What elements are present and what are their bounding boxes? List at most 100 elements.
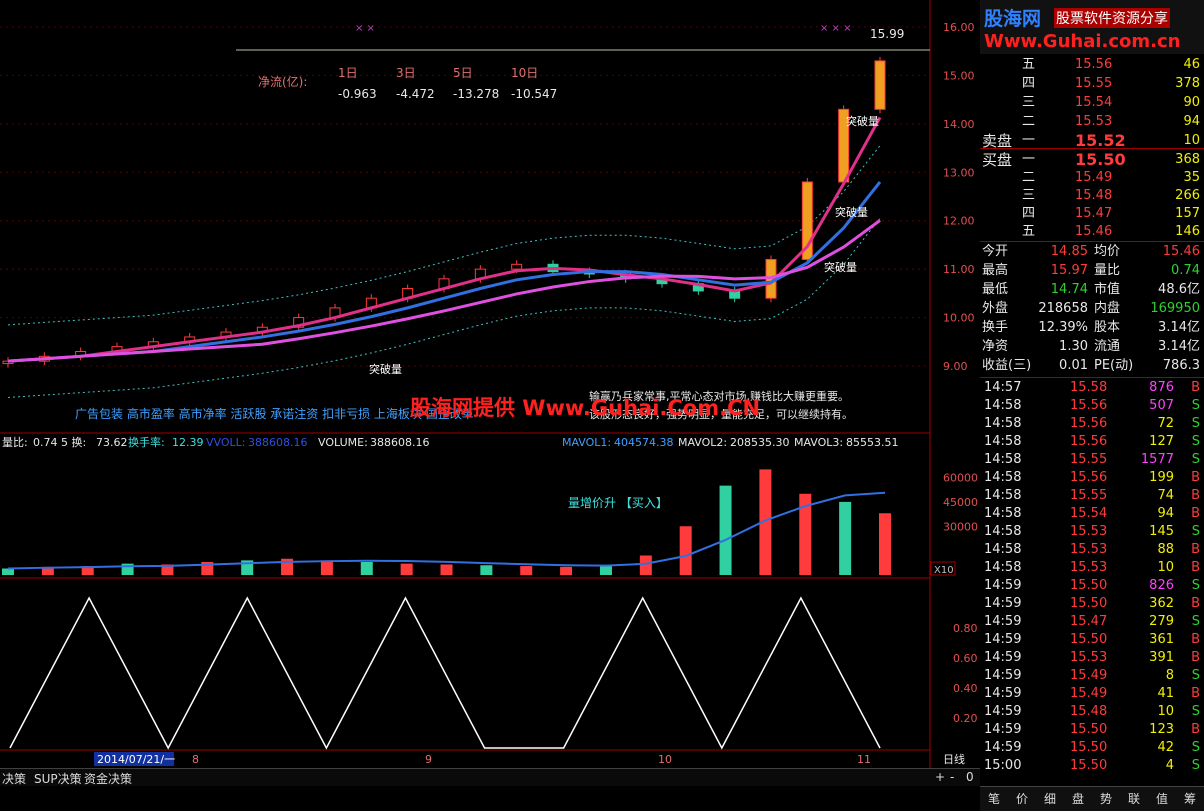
tick-row[interactable]: 14:58 15.54 94 B — [980, 505, 1204, 523]
tick-row[interactable]: 14:57 15.58 876 B — [980, 379, 1204, 397]
tick-time: 14:58 — [984, 560, 1022, 575]
tick-row[interactable]: 14:58 15.55 1577 S — [980, 451, 1204, 469]
tick-row[interactable]: 14:59 15.50 361 B — [980, 631, 1204, 649]
volume-bar — [520, 566, 533, 575]
tab-decision[interactable]: 决策 — [2, 770, 26, 787]
panel-tab[interactable]: 值 — [1156, 790, 1168, 807]
volume-bar — [360, 562, 373, 575]
panel-tab[interactable]: 价 — [1016, 790, 1028, 807]
tick-side: B — [1191, 470, 1200, 485]
tick-row[interactable]: 14:59 15.47 279 S — [980, 613, 1204, 631]
stat-row: 净资 1.30 流通 3.14亿 — [980, 338, 1204, 356]
breakout-label: 突破量 — [835, 205, 868, 219]
tick-row[interactable]: 14:59 15.53 391 B — [980, 649, 1204, 667]
stat-row: 外盘 218658 内盘 169950 — [980, 300, 1204, 318]
tick-side: S — [1191, 434, 1200, 449]
tick-time: 14:58 — [984, 506, 1022, 521]
month-label: 8 — [192, 753, 199, 766]
tick-volume: 10 — [1157, 560, 1174, 575]
tick-time: 14:58 — [984, 452, 1022, 467]
net-flow-value: -10.547 — [511, 87, 557, 101]
tick-time: 14:59 — [984, 686, 1022, 701]
tick-time: 14:59 — [984, 722, 1022, 737]
panel-tab[interactable]: 筹 — [1184, 790, 1196, 807]
tick-row[interactable]: 14:58 15.56 199 B — [980, 469, 1204, 487]
volume-bar — [639, 555, 652, 575]
tab-fund-decision[interactable]: 资金决策 — [84, 770, 132, 787]
buy-row: 买盘一 15.50 368 — [980, 151, 1204, 170]
volume-axis-labels: 60000 45000 30000 — [943, 472, 978, 534]
stat-value: 1.30 — [1059, 339, 1088, 354]
stat-row: 换手 12.39% 股本 3.14亿 — [980, 319, 1204, 337]
sell-price: 15.53 — [1075, 114, 1113, 129]
buy-price: 15.47 — [1075, 206, 1113, 221]
buy-row: 二 15.49 35 — [980, 169, 1204, 187]
buy-volume: 146 — [1175, 224, 1200, 239]
tick-price: 15.53 — [1070, 542, 1108, 557]
zoom-in-button[interactable]: + — [935, 770, 945, 784]
zoom-out-button[interactable]: - — [950, 770, 954, 784]
stat-value: 15.46 — [1162, 244, 1200, 259]
period-label[interactable]: 日线 — [943, 752, 965, 766]
volume-label: VOLUME: — [318, 436, 368, 449]
tick-volume: 8 — [1165, 668, 1174, 683]
tick-row[interactable]: 14:58 15.55 74 B — [980, 487, 1204, 505]
tick-row[interactable]: 14:59 15.48 10 S — [980, 703, 1204, 721]
tick-row[interactable]: 14:59 15.50 123 B — [980, 721, 1204, 739]
panel-tab[interactable]: 联 — [1128, 790, 1140, 807]
max-price-label: 15.99 — [870, 27, 904, 41]
volume-bar — [400, 563, 413, 575]
tick-row[interactable]: 14:58 15.56 127 S — [980, 433, 1204, 451]
stat-label: 收益(三) — [982, 358, 1032, 373]
tick-volume: 1577 — [1140, 452, 1174, 467]
tick-row[interactable]: 15:00 15.50 4 S — [980, 757, 1204, 775]
stat-value: 169950 — [1150, 301, 1200, 316]
tick-row[interactable]: 14:58 15.53 145 S — [980, 523, 1204, 541]
net-flow-value: -13.278 — [453, 87, 499, 101]
zero-button[interactable]: 0 — [966, 770, 974, 784]
tick-side: B — [1191, 542, 1200, 557]
tick-side: B — [1191, 722, 1200, 737]
tick-time: 14:59 — [984, 596, 1022, 611]
tab-sup-decision[interactable]: SUP决策 — [34, 770, 82, 787]
quote-panel: 股海网 股票软件资源分享 Www.Guhai.com.cn 五 15.56 46 四 1… — [980, 0, 1204, 811]
tick-side: S — [1191, 668, 1200, 683]
stat-value: 14.74 — [1050, 282, 1088, 297]
tick-row[interactable]: 14:59 15.50 826 S — [980, 577, 1204, 595]
panel-tab[interactable]: 细 — [1044, 790, 1056, 807]
breakout-label: 突破量 — [369, 362, 402, 376]
candle — [874, 60, 886, 110]
tick-row[interactable]: 14:58 15.53 88 B — [980, 541, 1204, 559]
tick-row[interactable]: 14:59 15.50 362 B — [980, 595, 1204, 613]
sell-volume: 90 — [1183, 95, 1200, 110]
tick-volume: 826 — [1149, 578, 1174, 593]
volume-bar — [320, 560, 333, 575]
volume-tick-label: 30000 — [943, 520, 978, 533]
tick-time: 14:59 — [984, 614, 1022, 629]
tick-row[interactable]: 14:58 15.56 72 S — [980, 415, 1204, 433]
tick-row[interactable]: 14:59 15.50 42 S — [980, 739, 1204, 757]
panel-tab[interactable]: 势 — [1100, 790, 1112, 807]
tick-volume: 4 — [1165, 758, 1174, 773]
kline-chart-area[interactable]: 16.0015.0014.0013.0012.0011.0010.009.00 … — [0, 0, 980, 790]
net-flow-period: 1日 — [338, 66, 358, 80]
tick-price: 15.58 — [1070, 380, 1108, 395]
panel-tab[interactable]: 笔 — [988, 790, 1000, 807]
stat-value: 3.14亿 — [1158, 320, 1200, 335]
tick-row[interactable]: 14:58 15.53 10 B — [980, 559, 1204, 577]
divider — [980, 148, 1204, 149]
tick-row[interactable]: 14:59 15.49 8 S — [980, 667, 1204, 685]
tick-price: 15.55 — [1070, 452, 1108, 467]
volume-unit: X10 — [934, 565, 954, 576]
stat-value: 0.74 — [1171, 263, 1200, 278]
panel-tab[interactable]: 盘 — [1072, 790, 1084, 807]
tick-row[interactable]: 14:58 15.56 507 S — [980, 397, 1204, 415]
volume-bar — [719, 485, 732, 575]
stat-label: 净资 — [982, 339, 1009, 354]
stat-value: 15.97 — [1050, 263, 1088, 278]
stat-value: 14.85 — [1050, 244, 1088, 259]
vol-5-label: 5 换: — [61, 435, 86, 449]
tick-price: 15.56 — [1070, 434, 1108, 449]
tick-row[interactable]: 14:59 15.49 41 B — [980, 685, 1204, 703]
divider — [980, 241, 1204, 242]
